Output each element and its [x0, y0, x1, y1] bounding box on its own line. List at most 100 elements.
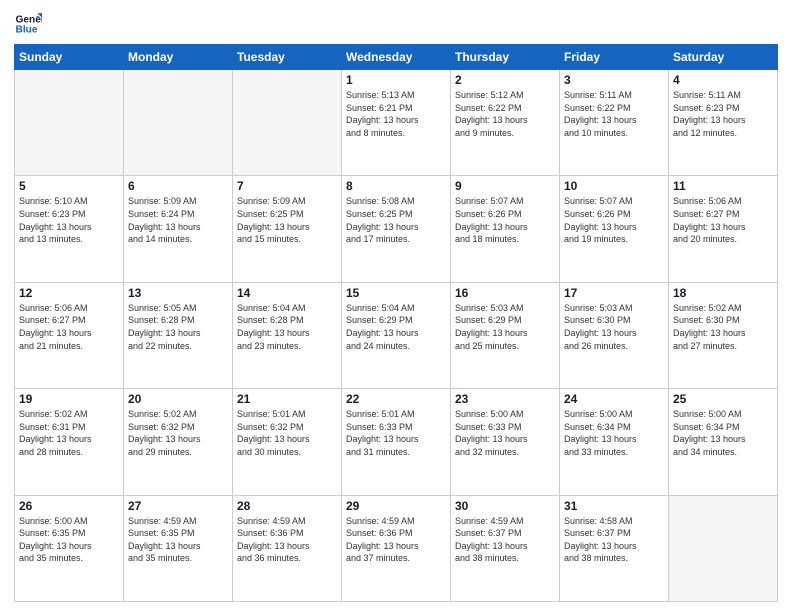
calendar-cell: 18 Sunrise: 5:02 AM Sunset: 6:30 PM Dayli… [669, 282, 778, 388]
day-info: Sunrise: 5:00 AM Sunset: 6:34 PM Dayligh… [673, 408, 773, 458]
calendar-cell: 14 Sunrise: 5:04 AM Sunset: 6:28 PM Dayli… [233, 282, 342, 388]
day-info: Sunrise: 5:06 AM Sunset: 6:27 PM Dayligh… [19, 302, 119, 352]
day-number: 25 [673, 392, 773, 406]
header: General Blue [14, 10, 778, 38]
day-number: 15 [346, 286, 446, 300]
day-number: 22 [346, 392, 446, 406]
calendar-cell: 31Sunrise: 4:58 AM Sunset: 6:37 PM Dayli… [560, 495, 669, 601]
day-number: 10 [564, 179, 664, 193]
week-row-5: 26 Sunrise: 5:00 AM Sunset: 6:35 PM Dayli… [15, 495, 778, 601]
day-number: 19 [19, 392, 119, 406]
calendar-cell: 21Sunrise: 5:01 AM Sunset: 6:32 PM Dayli… [233, 389, 342, 495]
day-number: 26 [19, 499, 119, 513]
day-number: 7 [237, 179, 337, 193]
day-info: Sunrise: 5:11 AM Sunset: 6:23 PM Dayligh… [673, 89, 773, 139]
day-info: Sunrise: 5:06 AM Sunset: 6:27 PM Dayligh… [673, 195, 773, 245]
day-number: 30 [455, 499, 555, 513]
calendar-cell [124, 70, 233, 176]
day-number: 5 [19, 179, 119, 193]
svg-text:Blue: Blue [16, 25, 38, 36]
weekday-header-saturday: Saturday [669, 45, 778, 70]
weekday-header-monday: Monday [124, 45, 233, 70]
day-info: Sunrise: 5:09 AM Sunset: 6:24 PM Dayligh… [128, 195, 228, 245]
calendar-cell: 9 Sunrise: 5:07 AM Sunset: 6:26 PM Daylig… [451, 176, 560, 282]
day-number: 24 [564, 392, 664, 406]
day-info: Sunrise: 5:02 AM Sunset: 6:32 PM Dayligh… [128, 408, 228, 458]
day-number: 1 [346, 73, 446, 87]
week-row-3: 12Sunrise: 5:06 AM Sunset: 6:27 PM Dayli… [15, 282, 778, 388]
calendar-cell: 8 Sunrise: 5:08 AM Sunset: 6:25 PM Daylig… [342, 176, 451, 282]
calendar-cell: 3 Sunrise: 5:11 AM Sunset: 6:22 PM Daylig… [560, 70, 669, 176]
day-info: Sunrise: 5:12 AM Sunset: 6:22 PM Dayligh… [455, 89, 555, 139]
day-info: Sunrise: 4:59 AM Sunset: 6:37 PM Dayligh… [455, 515, 555, 565]
day-number: 31 [564, 499, 664, 513]
calendar-cell: 25 Sunrise: 5:00 AM Sunset: 6:34 PM Dayli… [669, 389, 778, 495]
day-info: Sunrise: 5:02 AM Sunset: 6:31 PM Dayligh… [19, 408, 119, 458]
calendar-cell: 12Sunrise: 5:06 AM Sunset: 6:27 PM Dayli… [15, 282, 124, 388]
calendar-cell: 28Sunrise: 4:59 AM Sunset: 6:36 PM Dayli… [233, 495, 342, 601]
day-number: 23 [455, 392, 555, 406]
day-info: Sunrise: 5:05 AM Sunset: 6:28 PM Dayligh… [128, 302, 228, 352]
calendar-cell: 23Sunrise: 5:00 AM Sunset: 6:33 PM Dayli… [451, 389, 560, 495]
day-number: 18 [673, 286, 773, 300]
day-info: Sunrise: 4:59 AM Sunset: 6:36 PM Dayligh… [346, 515, 446, 565]
logo-icon: General Blue [14, 10, 42, 38]
week-row-2: 5 Sunrise: 5:10 AM Sunset: 6:23 PM Daylig… [15, 176, 778, 282]
day-info: Sunrise: 5:00 AM Sunset: 6:34 PM Dayligh… [564, 408, 664, 458]
day-info: Sunrise: 5:02 AM Sunset: 6:30 PM Dayligh… [673, 302, 773, 352]
week-row-1: 1 Sunrise: 5:13 AM Sunset: 6:21 PM Daylig… [15, 70, 778, 176]
calendar-cell [233, 70, 342, 176]
calendar-cell: 13 Sunrise: 5:05 AM Sunset: 6:28 PM Dayli… [124, 282, 233, 388]
day-info: Sunrise: 5:08 AM Sunset: 6:25 PM Dayligh… [346, 195, 446, 245]
day-number: 3 [564, 73, 664, 87]
day-number: 20 [128, 392, 228, 406]
day-info: Sunrise: 4:59 AM Sunset: 6:35 PM Dayligh… [128, 515, 228, 565]
calendar-cell: 19 Sunrise: 5:02 AM Sunset: 6:31 PM Dayli… [15, 389, 124, 495]
day-number: 2 [455, 73, 555, 87]
weekday-header-friday: Friday [560, 45, 669, 70]
weekday-header-tuesday: Tuesday [233, 45, 342, 70]
day-number: 4 [673, 73, 773, 87]
day-number: 21 [237, 392, 337, 406]
calendar-cell [15, 70, 124, 176]
calendar-cell: 20 Sunrise: 5:02 AM Sunset: 6:32 PM Dayli… [124, 389, 233, 495]
day-info: Sunrise: 5:11 AM Sunset: 6:22 PM Dayligh… [564, 89, 664, 139]
week-row-4: 19 Sunrise: 5:02 AM Sunset: 6:31 PM Dayli… [15, 389, 778, 495]
day-info: Sunrise: 5:07 AM Sunset: 6:26 PM Dayligh… [564, 195, 664, 245]
weekday-header-wednesday: Wednesday [342, 45, 451, 70]
calendar-cell: 30 Sunrise: 4:59 AM Sunset: 6:37 PM Dayli… [451, 495, 560, 601]
calendar-cell: 22Sunrise: 5:01 AM Sunset: 6:33 PM Dayli… [342, 389, 451, 495]
calendar-cell: 29Sunrise: 4:59 AM Sunset: 6:36 PM Dayli… [342, 495, 451, 601]
day-number: 9 [455, 179, 555, 193]
day-info: Sunrise: 5:03 AM Sunset: 6:29 PM Dayligh… [455, 302, 555, 352]
day-info: Sunrise: 5:13 AM Sunset: 6:21 PM Dayligh… [346, 89, 446, 139]
day-number: 27 [128, 499, 228, 513]
day-info: Sunrise: 5:10 AM Sunset: 6:23 PM Dayligh… [19, 195, 119, 245]
weekday-header-row: SundayMondayTuesdayWednesdayThursdayFrid… [15, 45, 778, 70]
day-info: Sunrise: 5:09 AM Sunset: 6:25 PM Dayligh… [237, 195, 337, 245]
day-number: 11 [673, 179, 773, 193]
calendar-cell: 11 Sunrise: 5:06 AM Sunset: 6:27 PM Dayli… [669, 176, 778, 282]
calendar-cell: 7 Sunrise: 5:09 AM Sunset: 6:25 PM Daylig… [233, 176, 342, 282]
calendar-cell: 24 Sunrise: 5:00 AM Sunset: 6:34 PM Dayli… [560, 389, 669, 495]
day-info: Sunrise: 5:04 AM Sunset: 6:28 PM Dayligh… [237, 302, 337, 352]
day-number: 28 [237, 499, 337, 513]
weekday-header-sunday: Sunday [15, 45, 124, 70]
day-number: 8 [346, 179, 446, 193]
logo: General Blue [14, 10, 46, 38]
calendar-cell: 10 Sunrise: 5:07 AM Sunset: 6:26 PM Dayli… [560, 176, 669, 282]
calendar-cell: 5 Sunrise: 5:10 AM Sunset: 6:23 PM Daylig… [15, 176, 124, 282]
day-info: Sunrise: 5:03 AM Sunset: 6:30 PM Dayligh… [564, 302, 664, 352]
calendar-cell: 6 Sunrise: 5:09 AM Sunset: 6:24 PM Daylig… [124, 176, 233, 282]
day-info: Sunrise: 5:04 AM Sunset: 6:29 PM Dayligh… [346, 302, 446, 352]
day-number: 16 [455, 286, 555, 300]
calendar-cell: 1 Sunrise: 5:13 AM Sunset: 6:21 PM Daylig… [342, 70, 451, 176]
calendar-cell: 27 Sunrise: 4:59 AM Sunset: 6:35 PM Dayli… [124, 495, 233, 601]
day-info: Sunrise: 5:00 AM Sunset: 6:35 PM Dayligh… [19, 515, 119, 565]
day-number: 13 [128, 286, 228, 300]
calendar-cell: 17 Sunrise: 5:03 AM Sunset: 6:30 PM Dayli… [560, 282, 669, 388]
day-number: 17 [564, 286, 664, 300]
day-number: 14 [237, 286, 337, 300]
day-number: 6 [128, 179, 228, 193]
day-info: Sunrise: 5:07 AM Sunset: 6:26 PM Dayligh… [455, 195, 555, 245]
